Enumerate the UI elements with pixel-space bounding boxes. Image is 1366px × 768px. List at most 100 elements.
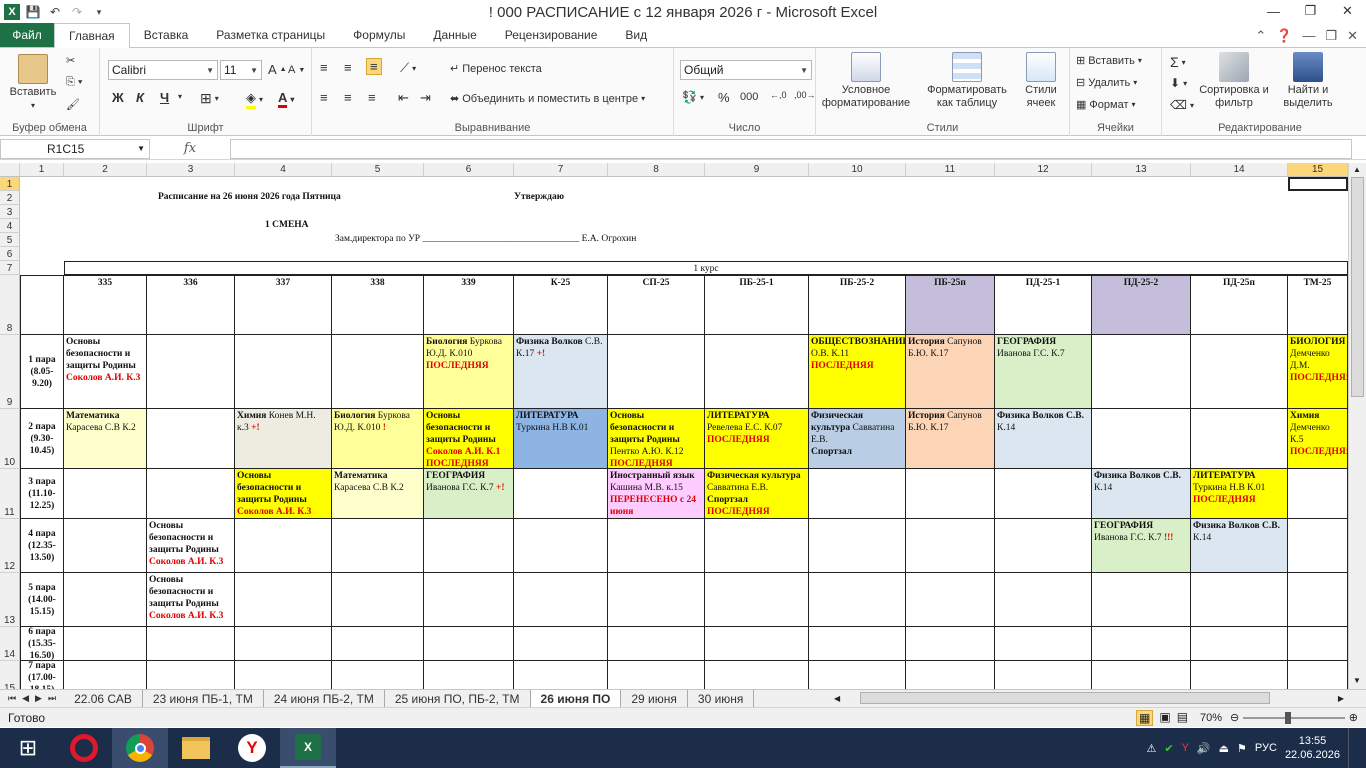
schedule-cell[interactable] — [608, 335, 705, 409]
sheet-tab[interactable]: 24 июня ПБ-2, ТМ — [264, 689, 385, 708]
schedule-cell[interactable] — [995, 469, 1092, 519]
column-header[interactable]: 2 — [64, 163, 147, 177]
column-header[interactable]: 6 — [424, 163, 514, 177]
schedule-cell[interactable]: Химия Демченко К.5 ПОСЛЕДНЯЯ — [1288, 409, 1348, 469]
schedule-cell[interactable]: Математика Карасева С.В К.2 — [64, 409, 147, 469]
sheet-tab[interactable]: 29 июня — [621, 689, 688, 708]
prev-sheet-icon[interactable]: ◀ — [22, 693, 29, 704]
column-header[interactable]: 7 — [514, 163, 608, 177]
schedule-cell[interactable] — [608, 661, 705, 689]
schedule-cell[interactable] — [514, 469, 608, 519]
font-color-icon[interactable]: A ▾ — [278, 90, 294, 108]
cut-icon[interactable]: ✂ — [66, 54, 75, 67]
schedule-cell[interactable]: Математика Карасева С.В К.2 — [332, 469, 424, 519]
decrease-indent-icon[interactable]: ⇤ — [398, 90, 409, 106]
tab-insert[interactable]: Вставка — [130, 23, 203, 47]
sheet-tab[interactable]: 22.06 САВ — [64, 689, 143, 708]
schedule-cell[interactable]: ОБЩЕСТВОЗНАНИЕСтрельцова О.В. К.11 ПОСЛЕ… — [809, 335, 906, 409]
schedule-cell[interactable] — [1288, 627, 1348, 661]
paste-button[interactable]: Вставить ▾ — [8, 54, 58, 112]
chrome-app-icon[interactable] — [112, 728, 168, 768]
schedule-cell[interactable] — [809, 661, 906, 689]
column-header[interactable]: 13 — [1092, 163, 1191, 177]
help-icon[interactable]: ❓ — [1276, 28, 1292, 44]
schedule-cell[interactable] — [608, 627, 705, 661]
vertical-scroll-thumb[interactable] — [1351, 177, 1364, 397]
column-header[interactable]: 11 — [906, 163, 995, 177]
tab-file[interactable]: Файл — [0, 23, 54, 47]
schedule-cell[interactable]: Физика Волков С.В. К.14 — [1191, 519, 1288, 573]
schedule-cell[interactable] — [332, 627, 424, 661]
column-header[interactable]: 10 — [809, 163, 906, 177]
schedule-cell[interactable] — [1288, 469, 1348, 519]
schedule-cell[interactable] — [424, 573, 514, 627]
sheet-tab[interactable]: 30 июня — [688, 689, 755, 708]
tab-formulas[interactable]: Формулы — [339, 23, 419, 47]
schedule-cell[interactable] — [809, 573, 906, 627]
zoom-in-icon[interactable]: ⊕ — [1349, 711, 1358, 724]
align-right-icon[interactable]: ≡ — [368, 90, 376, 105]
zoom-level[interactable]: 70% — [1200, 712, 1222, 724]
formula-input[interactable] — [230, 138, 1352, 159]
redo-icon[interactable]: ↷ — [68, 3, 86, 21]
scroll-left-icon[interactable]: ◀ — [834, 694, 840, 703]
excel-app-icon[interactable]: X — [280, 728, 336, 768]
schedule-cell[interactable] — [1288, 519, 1348, 573]
zoom-slider-thumb[interactable] — [1285, 711, 1292, 724]
row-header[interactable]: 12 — [0, 519, 20, 573]
doc-close-icon[interactable]: ✕ — [1347, 28, 1358, 44]
column-header[interactable]: 15 — [1288, 163, 1348, 177]
increase-decimal-icon[interactable]: ←,0 — [770, 90, 787, 100]
align-center-icon[interactable]: ≡ — [344, 90, 352, 105]
schedule-cell[interactable]: Биология Буркова Ю.Д. К.010 ! — [332, 409, 424, 469]
schedule-cell[interactable] — [608, 519, 705, 573]
schedule-cell[interactable]: ЛИТЕРАТУРА Туркина Н.В К.01 ПОСЛЕДНЯЯ — [1191, 469, 1288, 519]
schedule-cell[interactable] — [514, 627, 608, 661]
yandex-browser-app-icon[interactable]: Y — [224, 728, 280, 768]
name-box[interactable]: R1C15 ▼ — [0, 138, 150, 159]
schedule-cell[interactable] — [235, 627, 332, 661]
schedule-cell[interactable] — [332, 661, 424, 689]
schedule-cell[interactable] — [332, 519, 424, 573]
column-header[interactable]: 1 — [20, 163, 64, 177]
opera-app-icon[interactable] — [56, 728, 112, 768]
schedule-cell[interactable] — [424, 627, 514, 661]
autosum-icon[interactable]: Σ ▾ — [1170, 54, 1186, 70]
minimize-ribbon-icon[interactable]: ⌃ — [1255, 28, 1266, 44]
network-warning-icon[interactable]: ⚠ — [1146, 742, 1156, 755]
column-header[interactable]: 5 — [332, 163, 424, 177]
schedule-cell[interactable] — [906, 661, 995, 689]
schedule-cell[interactable]: БИОЛОГИЯ Демченко Д.М. ПОСЛЕДНЯЯ — [1288, 335, 1348, 409]
row-header[interactable]: 9 — [0, 335, 20, 409]
align-bottom-icon[interactable]: ≡ — [366, 58, 382, 75]
file-explorer-app-icon[interactable] — [168, 728, 224, 768]
grow-font-icon[interactable]: A ▲ — [268, 62, 287, 77]
schedule-cell[interactable] — [995, 573, 1092, 627]
schedule-cell[interactable]: Иностранный язык Кашина М.В. к.15 ПЕРЕНЕ… — [608, 469, 705, 519]
schedule-cell[interactable] — [1288, 573, 1348, 627]
page-break-view-icon[interactable]: ▤ — [1177, 710, 1188, 726]
sort-filter-button[interactable]: Сортировка и фильтр — [1196, 52, 1272, 110]
schedule-cell[interactable] — [705, 661, 809, 689]
schedule-cell[interactable] — [64, 519, 147, 573]
schedule-cell[interactable]: Физика Волков С.В. К.17 +! — [514, 335, 608, 409]
horizontal-scrollbar[interactable]: ◀ ▶ — [830, 690, 1348, 706]
show-desktop-button[interactable] — [1348, 728, 1354, 768]
row-header[interactable]: 2 — [0, 191, 20, 205]
tab-data[interactable]: Данные — [419, 23, 490, 47]
schedule-cell[interactable]: Основы безопасности и защиты Родины Соко… — [424, 409, 514, 469]
schedule-cell[interactable] — [995, 661, 1092, 689]
font-size-select[interactable]: 11 ▼ — [220, 60, 262, 80]
row-header[interactable]: 10 — [0, 409, 20, 469]
schedule-cell[interactable] — [1092, 573, 1191, 627]
undo-icon[interactable]: ↶ — [46, 3, 64, 21]
usb-icon[interactable]: ⏏ — [1219, 742, 1229, 755]
schedule-cell[interactable]: ЛИТЕРАТУРА Туркина Н.В К.01 — [514, 409, 608, 469]
row-header[interactable]: 3 — [0, 205, 20, 219]
start-button[interactable]: ⊞ — [0, 728, 56, 768]
schedule-cell[interactable]: Основы безопасности и защиты Родины Соко… — [235, 469, 332, 519]
schedule-cell[interactable]: ГЕОГРАФИЯ Иванова Г.С. К.7 — [995, 335, 1092, 409]
minimize-icon[interactable]: — — [1255, 0, 1292, 22]
fill-icon[interactable]: ⬇ ▾ — [1170, 76, 1187, 90]
schedule-cell[interactable] — [514, 519, 608, 573]
